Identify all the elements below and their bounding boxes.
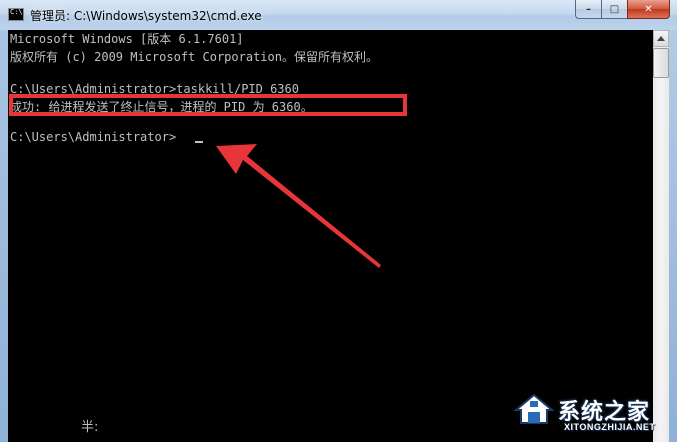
scroll-up-button[interactable] (653, 30, 669, 47)
scroll-thumb[interactable] (653, 48, 669, 78)
window-frame-right (669, 30, 677, 442)
vertical-scrollbar[interactable] (653, 30, 669, 442)
scroll-up-arrow-icon (657, 36, 665, 41)
red-arrow-icon (216, 144, 381, 268)
house-logo-icon (513, 393, 555, 424)
cmd-window: 管理员: C:\Windows\system32\cmd.exe – □ ✕ M… (0, 0, 677, 442)
watermark-url: XITONGZHIJIA.NET (564, 422, 656, 432)
site-watermark: 系统之家 XITONGZHIJIA.NET (512, 388, 677, 442)
